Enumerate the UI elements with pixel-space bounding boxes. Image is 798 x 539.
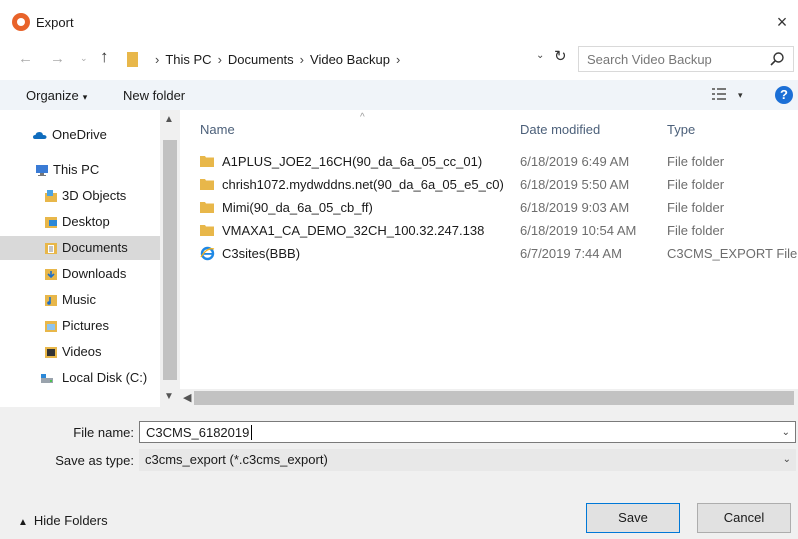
new-folder-button[interactable]: New folder [123, 88, 185, 103]
save-as-type-select[interactable]: c3cms_export (*.c3cms_export) ⌄ [139, 449, 796, 471]
nav-scrollbar[interactable]: ▲ ▼ [160, 110, 180, 407]
music-folder-icon [45, 295, 57, 306]
search-placeholder: Search Video Backup [587, 52, 712, 67]
desktop-folder-icon [45, 217, 57, 228]
refresh-icon[interactable]: ↻ [554, 47, 567, 65]
crumb-documents[interactable]: Documents [228, 52, 294, 67]
recent-locations-icon[interactable]: ⌄ [80, 53, 88, 64]
file-name-field[interactable]: C3CMS_6182019 ⌄ [139, 421, 796, 443]
app-logo-icon [12, 13, 30, 31]
nav-item-music[interactable]: Music [0, 288, 160, 312]
up-arrow-icon[interactable]: ↑ [100, 47, 109, 67]
scroll-thumb[interactable] [194, 391, 794, 405]
text-cursor [251, 425, 252, 440]
file-name-label: File name: [73, 425, 134, 440]
nav-item-documents[interactable]: Documents [0, 236, 160, 260]
scroll-left-icon[interactable]: ◀ [183, 391, 191, 404]
nav-item-local-disk[interactable]: Local Disk (C:) [0, 366, 160, 390]
cancel-button[interactable]: Cancel [697, 503, 791, 533]
nav-item-videos[interactable]: Videos [0, 340, 160, 364]
nav-item-downloads[interactable]: Downloads [0, 262, 160, 286]
file-name-value: C3CMS_6182019 [146, 425, 250, 440]
forward-arrow-icon[interactable]: → [50, 50, 65, 67]
view-caret-icon[interactable]: ▾ [738, 90, 743, 101]
close-button[interactable]: × [770, 10, 794, 34]
crumb-video-backup[interactable]: Video Backup [310, 52, 390, 67]
view-options-icon[interactable] [711, 86, 727, 102]
search-icon[interactable] [769, 51, 785, 67]
file-row[interactable]: VMAXA1_CA_DEMO_32CH_100.32.247.138 6/18/… [180, 220, 798, 242]
videos-folder-icon [45, 347, 57, 358]
crumb-this-pc[interactable]: This PC [165, 52, 211, 67]
file-list: ^ Name Date modified Type A1PLUS_JOE2_16… [180, 110, 798, 407]
downloads-folder-icon [45, 269, 57, 280]
organize-button[interactable]: Organize ▾ [26, 88, 87, 103]
hide-folders-button[interactable]: ▲ Hide Folders [18, 513, 108, 528]
chevron-down-icon[interactable]: ⌄ [783, 454, 791, 465]
caret-down-icon: ▾ [82, 92, 88, 102]
computer-icon [36, 165, 48, 176]
search-input[interactable]: Search Video Backup [578, 46, 794, 72]
chevron-down-icon[interactable]: ⌄ [782, 427, 790, 438]
breadcrumb: › This PC › Documents › Video Backup › [155, 52, 401, 67]
cube-icon [45, 190, 57, 202]
file-row[interactable]: Mimi(90_da_6a_05_cb_ff) 6/18/2019 9:03 A… [180, 197, 798, 219]
nav-item-desktop[interactable]: Desktop [0, 210, 160, 234]
nav-item-pictures[interactable]: Pictures [0, 314, 160, 338]
navigation-pane: OneDrive This PC 3D Objects Desktop Docu… [0, 110, 180, 407]
save-form: File name: C3CMS_6182019 ⌄ Save as type:… [0, 407, 798, 539]
back-arrow-icon[interactable]: ← [18, 50, 33, 67]
chevron-up-icon: ▲ [18, 517, 28, 528]
file-row[interactable]: A1PLUS_JOE2_16CH(90_da_6a_05_cc_01) 6/18… [180, 151, 798, 173]
help-icon[interactable]: ? [775, 86, 793, 104]
scroll-thumb[interactable] [163, 140, 177, 380]
documents-folder-icon [45, 243, 57, 254]
nav-item-this-pc[interactable]: This PC [0, 158, 160, 182]
sort-indicator-icon: ^ [360, 112, 365, 123]
folder-icon [200, 156, 214, 167]
column-header-type[interactable]: Type [667, 122, 695, 137]
ie-file-icon [200, 246, 215, 261]
folder-icon [200, 202, 214, 213]
title-bar: Export × [0, 0, 798, 44]
pictures-folder-icon [45, 321, 57, 332]
horizontal-scrollbar[interactable]: ◀ [180, 389, 798, 407]
column-header-date[interactable]: Date modified [520, 122, 600, 137]
disk-icon [41, 374, 53, 383]
address-row: ← → ⌄ ↑ › This PC › Documents › Video Backup ›… [0, 44, 798, 74]
window-title: Export [36, 15, 74, 30]
file-row[interactable]: chrish1072.mydwddns.net(90_da_6a_05_e5_c… [180, 174, 798, 196]
nav-item-3d-objects[interactable]: 3D Objects [0, 184, 160, 208]
command-bar: Organize ▾ New folder ▾ ? [0, 80, 798, 110]
column-header-name[interactable]: Name [200, 122, 235, 137]
save-button[interactable]: Save [586, 503, 680, 533]
folder-icon [127, 52, 138, 67]
folder-icon [200, 225, 214, 236]
nav-item-onedrive[interactable]: OneDrive [0, 123, 160, 147]
scroll-down-icon[interactable]: ▼ [164, 391, 174, 402]
address-dropdown-icon[interactable]: ⌄ [536, 50, 544, 61]
scroll-up-icon[interactable]: ▲ [164, 114, 174, 125]
save-as-type-value: c3cms_export (*.c3cms_export) [145, 452, 328, 467]
cloud-icon [33, 132, 47, 139]
save-as-type-label: Save as type: [55, 453, 134, 468]
folder-icon [200, 179, 214, 190]
address-bar[interactable]: › This PC › Documents › Video Backup › [120, 46, 575, 72]
file-row[interactable]: C3sites(BBB) 6/7/2019 7:44 AM C3CMS_EXPO… [180, 243, 798, 265]
